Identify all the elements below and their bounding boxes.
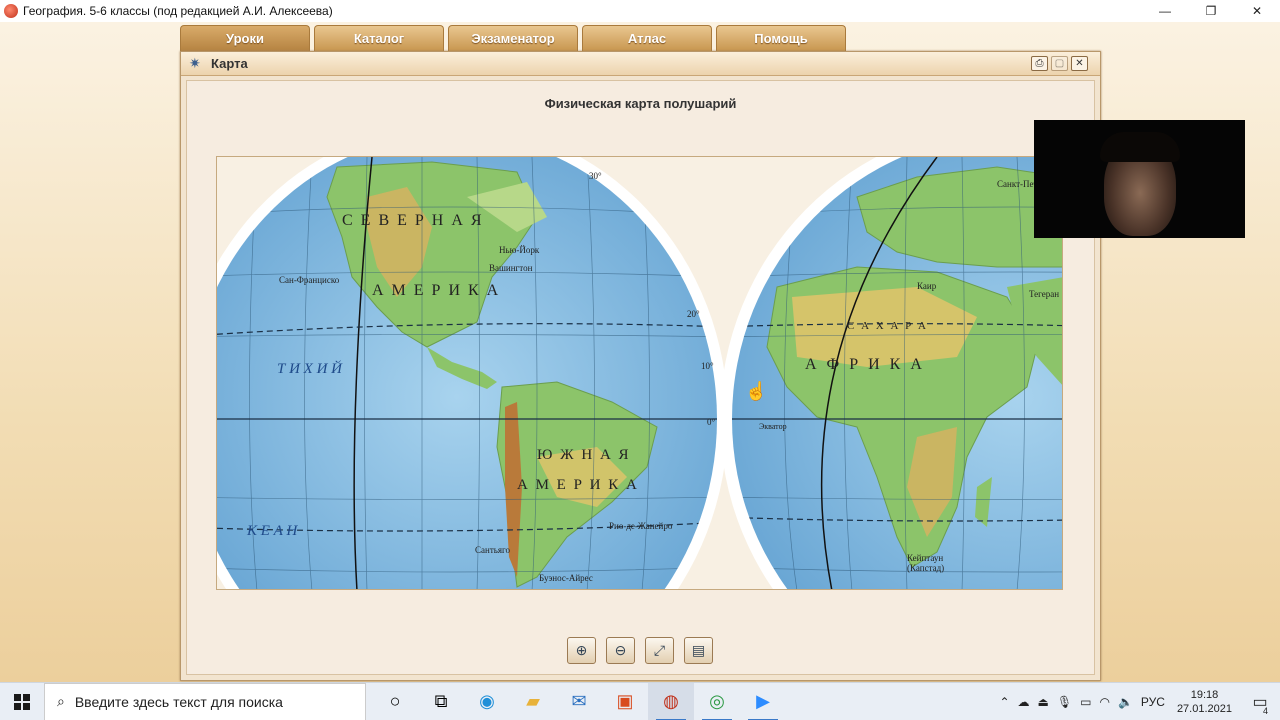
tab-lessons[interactable]: Уроки <box>180 25 310 51</box>
taskbar-search-input[interactable]: ⌕ Введите здесь текст для поиска <box>44 682 366 720</box>
windows-logo-icon <box>14 693 30 710</box>
map-window: ✷ Карта ⎙ ▢ ✕ Физическая карта полушарий <box>180 51 1101 681</box>
map-close-button[interactable]: ✕ <box>1071 56 1088 71</box>
print-button[interactable]: ⎙ <box>1031 56 1048 71</box>
cortana-icon[interactable]: ○ <box>372 683 418 720</box>
scroll-icon: ▤ <box>691 642 706 658</box>
tab-examiner[interactable]: Экзаменатор <box>448 25 578 51</box>
notifications-button[interactable]: ▭ 4 <box>1240 692 1280 716</box>
legend-button[interactable]: ▤ <box>684 637 713 664</box>
label-america-north: А М Е Р И К А <box>372 282 500 299</box>
label-equator: Экватор <box>759 422 787 431</box>
label-lat-0: 0° <box>707 417 716 427</box>
search-icon: ⌕ <box>57 693 65 709</box>
label-rio: Рио-де-Жанейро <box>609 521 673 531</box>
window-titlebar: География. 5-6 классы (под редакцией А.И… <box>0 0 1280 22</box>
map-zoom-toolbar: ⊕ ⊖ ⤢ ▤ <box>567 637 713 664</box>
wifi-icon[interactable]: ◠ <box>1099 695 1109 709</box>
label-newyork: Нью-Йорк <box>499 245 540 255</box>
label-lat-30: 30° <box>589 171 602 181</box>
onedrive-icon[interactable]: ☁ <box>1018 695 1030 709</box>
zoom-icon[interactable]: ▶ <box>740 683 786 720</box>
geography-app-icon[interactable]: ◍ <box>648 682 694 720</box>
fit-map-button[interactable]: ⤢ <box>645 637 674 664</box>
webcam-overlay <box>1034 120 1245 238</box>
usb-icon[interactable]: ⏏ <box>1038 695 1049 709</box>
tab-catalog[interactable]: Каталог <box>314 25 444 51</box>
chrome-icon[interactable]: ◎ <box>694 683 740 720</box>
explorer-icon[interactable]: ▰ <box>510 683 556 720</box>
label-capetown: Кейптаун <box>907 553 943 563</box>
app-icon <box>4 4 18 18</box>
windows-taskbar: ⌕ Введите здесь текст для поиска ○ ⧉ ◉ ▰… <box>0 682 1280 720</box>
hand-cursor-icon: ☝ <box>745 380 767 402</box>
restore-button[interactable]: ❐ <box>1188 0 1234 22</box>
label-santiago: Сантьяго <box>475 545 510 555</box>
clock-date: 27.01.2021 <box>1176 703 1232 715</box>
label-san-francisco: Сан-Франциско <box>279 275 340 285</box>
language-indicator[interactable]: РУС <box>1141 695 1165 709</box>
battery-icon[interactable]: ▭ <box>1080 695 1091 709</box>
label-capetown-alt: (Капстад) <box>907 563 944 573</box>
system-tray: ⌃ ☁ ⏏ 🎙 ▭ ◠ 🔈 РУС 19:18 27.01.2021 ▭ 4 <box>995 683 1280 720</box>
label-america-south: А М Е Р И К А <box>517 477 639 493</box>
label-north-america: С Е В Е Р Н А Я <box>342 212 484 229</box>
label-south-america: Ю Ж Н А Я <box>537 447 631 463</box>
zoom-out-icon: ⊖ <box>614 642 627 658</box>
office-icon[interactable]: ▣ <box>602 683 648 720</box>
label-pacific-b: К Е А Н <box>246 523 299 539</box>
notification-count: 4 <box>1262 706 1268 716</box>
zoom-out-button[interactable]: ⊖ <box>606 637 635 664</box>
close-button[interactable]: ✕ <box>1234 0 1280 22</box>
label-lat-10: 10° <box>701 361 714 371</box>
tab-help[interactable]: Помощь <box>716 25 846 51</box>
clock-time: 19:18 <box>1190 689 1219 701</box>
label-buenos: Буэнос-Айрес <box>539 573 593 583</box>
eastern-hemisphere: А Ф Р И К А С А Х А Р А Каир Тегеран Сан… <box>720 157 1062 589</box>
label-tehran: Тегеран <box>1029 289 1059 299</box>
zoom-in-icon: ⊕ <box>575 642 588 658</box>
maximize-button[interactable]: ▢ <box>1051 56 1068 71</box>
task-view-icon[interactable]: ⧉ <box>418 683 464 720</box>
compass-icon: ✷ <box>189 55 201 71</box>
mail-icon[interactable]: ✉ <box>556 683 602 720</box>
webcam-hair <box>1100 132 1180 162</box>
map-window-header: ✷ Карта ⎙ ▢ ✕ <box>181 52 1100 76</box>
hemispheres-map[interactable]: С Е В Е Р Н А Я А М Е Р И К А Ю Ж Н А Я … <box>216 156 1063 590</box>
zoom-in-button[interactable]: ⊕ <box>567 637 596 664</box>
label-cairo: Каир <box>917 281 937 291</box>
label-lat-20: 20° <box>687 309 700 319</box>
window-title: География. 5-6 классы (под редакцией А.И… <box>23 4 333 18</box>
fit-icon: ⤢ <box>653 642 666 658</box>
start-button[interactable] <box>0 683 44 720</box>
map-panel: Физическая карта полушарий С Е В Е Р Н А… <box>186 80 1095 675</box>
label-pacific-a: Т И Х И Й <box>277 360 343 377</box>
map-image: С Е В Е Р Н А Я А М Е Р И К А Ю Ж Н А Я … <box>217 157 1062 589</box>
label-sahara: С А Х А Р А <box>847 320 928 332</box>
minimize-button[interactable]: — <box>1142 0 1188 22</box>
map-window-title: Карта <box>211 56 248 71</box>
volume-icon[interactable]: 🔈 <box>1118 695 1133 709</box>
clock[interactable]: 19:18 27.01.2021 <box>1177 688 1232 716</box>
label-washington: Вашингтон <box>489 263 533 273</box>
label-africa: А Ф Р И К А <box>805 356 925 373</box>
map-title: Физическая карта полушарий <box>544 96 737 111</box>
western-hemisphere: С Е В Е Р Н А Я А М Е Р И К А Ю Ж Н А Я … <box>217 157 728 589</box>
tray-chevron-icon[interactable]: ⌃ <box>999 695 1009 709</box>
mic-icon[interactable]: 🎙 <box>1057 695 1072 709</box>
edge-icon[interactable]: ◉ <box>464 683 510 720</box>
main-tabs: Уроки Каталог Экзаменатор Атлас Помощь <box>180 25 846 51</box>
search-placeholder: Введите здесь текст для поиска <box>74 693 283 710</box>
tab-atlas[interactable]: Атлас <box>582 25 712 51</box>
